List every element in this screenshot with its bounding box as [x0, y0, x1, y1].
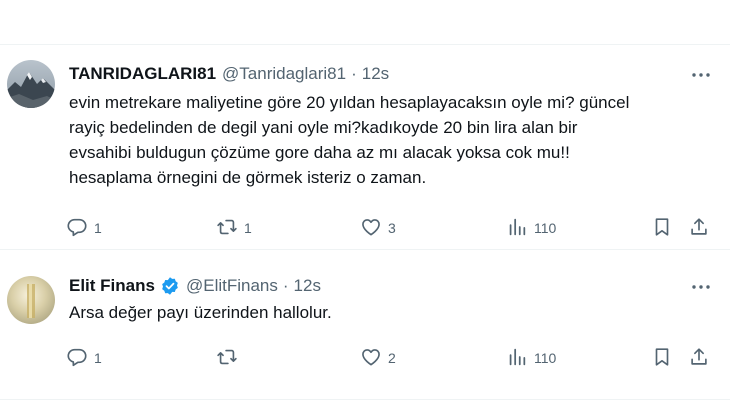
display-name[interactable]: TANRIDAGLARI81 — [69, 64, 216, 84]
views-button[interactable]: 110 — [506, 346, 556, 370]
bookmark-button[interactable] — [651, 216, 673, 240]
retweet-icon — [216, 346, 238, 371]
retweet-button[interactable] — [216, 346, 244, 370]
display-name[interactable]: Elit Finans — [69, 276, 155, 296]
tweet-text-line: evin metrekare maliyetine göre 20 yıldan… — [69, 93, 630, 112]
like-count: 3 — [388, 220, 396, 236]
timestamp[interactable]: 12s — [362, 64, 389, 84]
views-button[interactable]: 110 — [506, 216, 556, 240]
tweet-text: evin metrekare maliyetine göre 20 yıldan… — [69, 90, 709, 190]
retweet-button[interactable]: 1 — [216, 216, 252, 240]
timestamp[interactable]: 12s — [294, 276, 321, 296]
retweet-icon — [216, 216, 238, 241]
tweet-tanridaglari81[interactable]: TANRIDAGLARI81 @Tanridaglari81 · 12s evi… — [0, 45, 730, 250]
tweet-text: Arsa değer payı üzerinden hallolur. — [69, 300, 709, 325]
views-count: 110 — [534, 350, 557, 366]
more-icon[interactable] — [690, 64, 712, 86]
separator: · — [351, 64, 357, 83]
like-icon — [360, 216, 382, 241]
separator: · — [282, 276, 289, 295]
share-button[interactable] — [688, 216, 710, 240]
tweet-text-line: Arsa değer payı üzerinden hallolur. — [69, 303, 332, 322]
bookmark-button[interactable] — [651, 346, 673, 370]
tweet-actions: 1 1 3 110 — [66, 216, 726, 240]
share-icon — [688, 346, 710, 371]
user-handle[interactable]: @ElitFinans — [186, 276, 278, 296]
reply-count: 1 — [94, 220, 102, 236]
views-count: 110 — [534, 220, 557, 236]
avatar[interactable] — [7, 60, 55, 108]
user-handle[interactable]: @Tanridaglari81 — [222, 64, 346, 84]
share-button[interactable] — [688, 346, 710, 370]
tweet-text-line: evsahibi buldugun çözüme gore daha az mı… — [69, 143, 570, 162]
reply-button[interactable]: 1 — [66, 216, 102, 240]
like-icon — [360, 346, 382, 371]
reply-button[interactable]: 1 — [66, 346, 102, 370]
reply-icon — [66, 346, 88, 371]
tweet-header: Elit Finans @ElitFinans · 12s — [69, 275, 321, 297]
more-icon[interactable] — [690, 276, 712, 298]
views-icon — [506, 346, 528, 371]
tweet-text-line: rayiç bedelinden de degil yani oyle mi?k… — [69, 118, 578, 137]
bookmark-icon — [651, 216, 673, 241]
tweet-header: TANRIDAGLARI81 @Tanridaglari81 · 12s — [69, 63, 389, 85]
reply-count: 1 — [94, 350, 102, 366]
retweet-count: 1 — [244, 220, 252, 236]
share-icon — [688, 216, 710, 241]
verified-badge-icon — [160, 276, 180, 296]
like-count: 2 — [388, 350, 396, 366]
bookmark-icon — [651, 346, 673, 371]
reply-icon — [66, 216, 88, 241]
like-button[interactable]: 2 — [360, 346, 396, 370]
tweet-elitfinans[interactable]: Elit Finans @ElitFinans · 12s Arsa değer… — [0, 250, 730, 400]
tweet-text-line: hesaplama örnegini de görmek isteriz o z… — [69, 168, 427, 187]
tweet-actions: 1 2 110 — [66, 346, 726, 370]
like-button[interactable]: 3 — [360, 216, 396, 240]
views-icon — [506, 216, 528, 241]
avatar[interactable] — [7, 276, 55, 324]
